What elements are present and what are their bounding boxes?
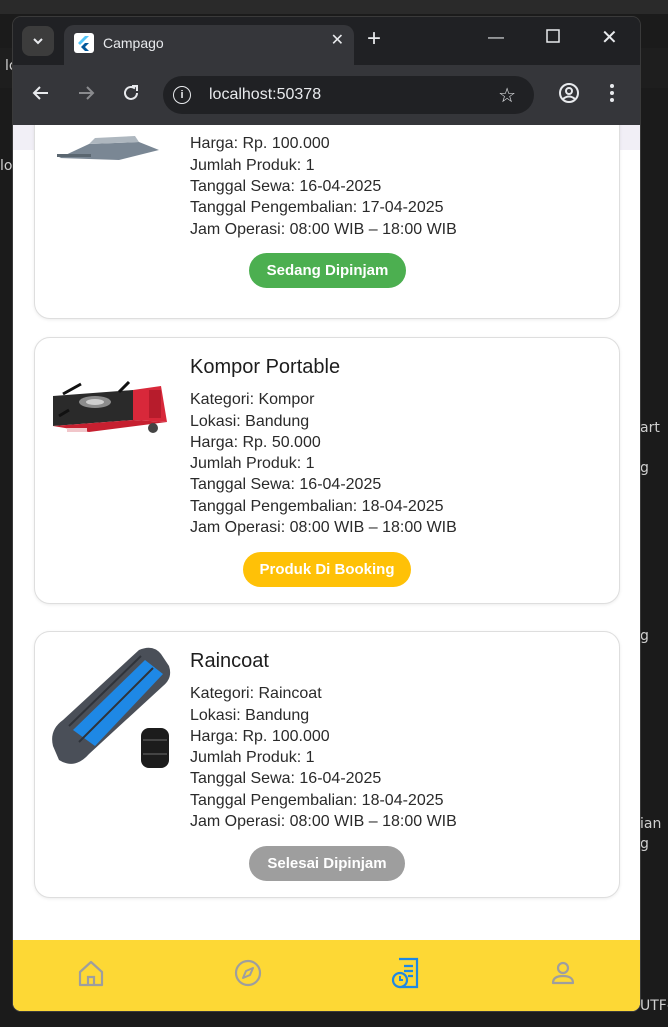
page-viewport: Harga: Rp. 100.000 Jumlah Produk: 1 Tang… (13, 125, 640, 1011)
tab-search-button[interactable] (22, 26, 54, 56)
background-text: art (640, 420, 660, 436)
profile-icon[interactable] (548, 958, 578, 988)
rent-date-text: Tanggal Sewa: 16-04-2025 (190, 476, 382, 493)
rent-date-text: Tanggal Sewa: 16-04-2025 (190, 770, 382, 787)
quantity-text: Jumlah Produk: 1 (190, 157, 315, 174)
tab-close-icon[interactable]: ✕ (331, 33, 344, 49)
product-image-tent (49, 125, 175, 232)
status-badge: Sedang Dipinjam (249, 253, 406, 288)
tab-strip: Campago ✕ + — ✕ (13, 17, 640, 65)
chevron-down-icon (33, 38, 43, 45)
operating-hours-text: Jam Operasi: 08:00 WIB – 18:00 WIB (190, 221, 457, 238)
background-text: g (640, 460, 649, 476)
close-window-button[interactable]: ✕ (601, 25, 618, 50)
product-name: Raincoat (190, 650, 269, 672)
background-text: ian (640, 816, 662, 832)
return-date-text: Tanggal Pengembalian: 18-04-2025 (190, 498, 444, 515)
minimize-button[interactable]: — (488, 29, 504, 47)
site-info-icon[interactable]: i (173, 86, 191, 104)
browser-toolbar: i localhost:50378 ☆ (13, 65, 640, 125)
history-icon[interactable] (390, 956, 424, 990)
compass-icon[interactable] (233, 958, 263, 988)
status-badge: Selesai Dipinjam (249, 846, 405, 881)
operating-hours-text: Jam Operasi: 08:00 WIB – 18:00 WIB (190, 519, 457, 536)
url-text: localhost:50378 (209, 86, 322, 103)
rental-card[interactable]: Harga: Rp. 100.000 Jumlah Produk: 1 Tang… (34, 125, 620, 319)
category-text: Kategori: Raincoat (190, 685, 322, 702)
background-text: lo (0, 158, 13, 174)
location-text: Lokasi: Bandung (190, 707, 310, 724)
bottom-navigation-bar (13, 940, 640, 1011)
background-text: g (640, 836, 649, 852)
price-text: Harga: Rp. 100.000 (190, 728, 330, 745)
return-date-text: Tanggal Pengembalian: 18-04-2025 (190, 792, 444, 809)
home-icon[interactable] (76, 958, 106, 988)
operating-hours-text: Jam Operasi: 08:00 WIB – 18:00 WIB (190, 813, 457, 830)
background-window-bar (0, 0, 668, 14)
rental-card[interactable]: Kompor Portable Kategori: Kompor Lokasi:… (34, 337, 620, 604)
quantity-text: Jumlah Produk: 1 (190, 749, 315, 766)
product-image-kompor (49, 354, 175, 480)
background-text: g (640, 628, 649, 644)
price-text: Harga: Rp. 50.000 (190, 434, 321, 451)
back-button[interactable] (31, 83, 51, 107)
new-tab-button[interactable]: + (367, 27, 381, 51)
menu-button[interactable] (609, 82, 615, 108)
status-badge: Produk Di Booking (243, 552, 411, 587)
category-text: Kategori: Kompor (190, 391, 315, 408)
profile-button[interactable] (558, 82, 580, 108)
tab-campago[interactable]: Campago ✕ (64, 25, 354, 65)
tab-title: Campago (103, 35, 164, 51)
bookmark-star-icon[interactable]: ☆ (498, 83, 516, 108)
product-name: Kompor Portable (190, 356, 341, 378)
address-bar[interactable]: i localhost:50378 ☆ (163, 76, 534, 114)
product-image-raincoat (49, 646, 175, 772)
browser-window: Campago ✕ + — ✕ i localhost:50378 ☆ Harg… (13, 17, 640, 1011)
rent-date-text: Tanggal Sewa: 16-04-2025 (190, 178, 382, 195)
maximize-button[interactable] (546, 29, 560, 48)
return-date-text: Tanggal Pengembalian: 17-04-2025 (190, 199, 444, 216)
reload-button[interactable] (121, 83, 141, 107)
location-text: Lokasi: Bandung (190, 413, 310, 430)
rental-card[interactable]: Raincoat Kategori: Raincoat Lokasi: Band… (34, 631, 620, 898)
flutter-logo-icon (74, 33, 94, 53)
price-text: Harga: Rp. 100.000 (190, 135, 330, 152)
forward-button[interactable] (76, 83, 96, 107)
quantity-text: Jumlah Produk: 1 (190, 455, 315, 472)
background-text: UTF- (640, 998, 668, 1014)
